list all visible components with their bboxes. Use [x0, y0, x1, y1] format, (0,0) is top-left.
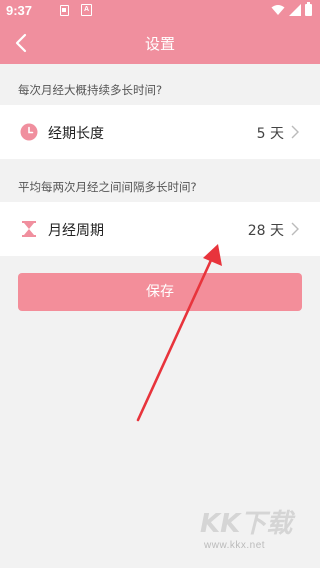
hourglass-icon	[22, 221, 36, 237]
notification-icon	[60, 5, 69, 16]
battery-icon	[305, 2, 312, 16]
cycle-length-value: 28 天	[247, 223, 284, 239]
clock-icon	[20, 123, 38, 141]
watermark: KK下载 www.kkx.net	[198, 504, 308, 556]
save-button[interactable]: 保存	[18, 273, 302, 311]
status-time: 9:37	[6, 3, 33, 18]
svg-text:KK下载: KK下载	[200, 509, 296, 539]
chevron-right-icon	[291, 125, 299, 139]
status-icons	[271, 2, 312, 16]
kkx-logo-icon: KK下载	[200, 509, 296, 539]
cycle-length-label: 月经周期	[48, 223, 104, 239]
a-icon: A	[81, 4, 92, 16]
period-length-row[interactable]: 经期长度 5 天	[0, 105, 320, 159]
cycle-length-row[interactable]: 月经周期 28 天	[0, 202, 320, 256]
page-title: 设置	[144, 35, 175, 53]
wifi-icon	[271, 5, 285, 15]
cycle-length-question: 平均每两次月经之间间隔多长时间?	[18, 180, 197, 194]
period-length-label: 经期长度	[48, 126, 104, 142]
period-length-question: 每次月经大概持续多长时间?	[18, 83, 163, 97]
status-bar: 9:37 A	[0, 0, 320, 22]
signal-icon	[289, 4, 301, 16]
app-bar: 设置	[0, 22, 320, 64]
chevron-right-icon	[291, 222, 299, 236]
watermark-url: www.kkx.net	[204, 540, 266, 551]
period-length-value: 5 天	[256, 126, 284, 142]
